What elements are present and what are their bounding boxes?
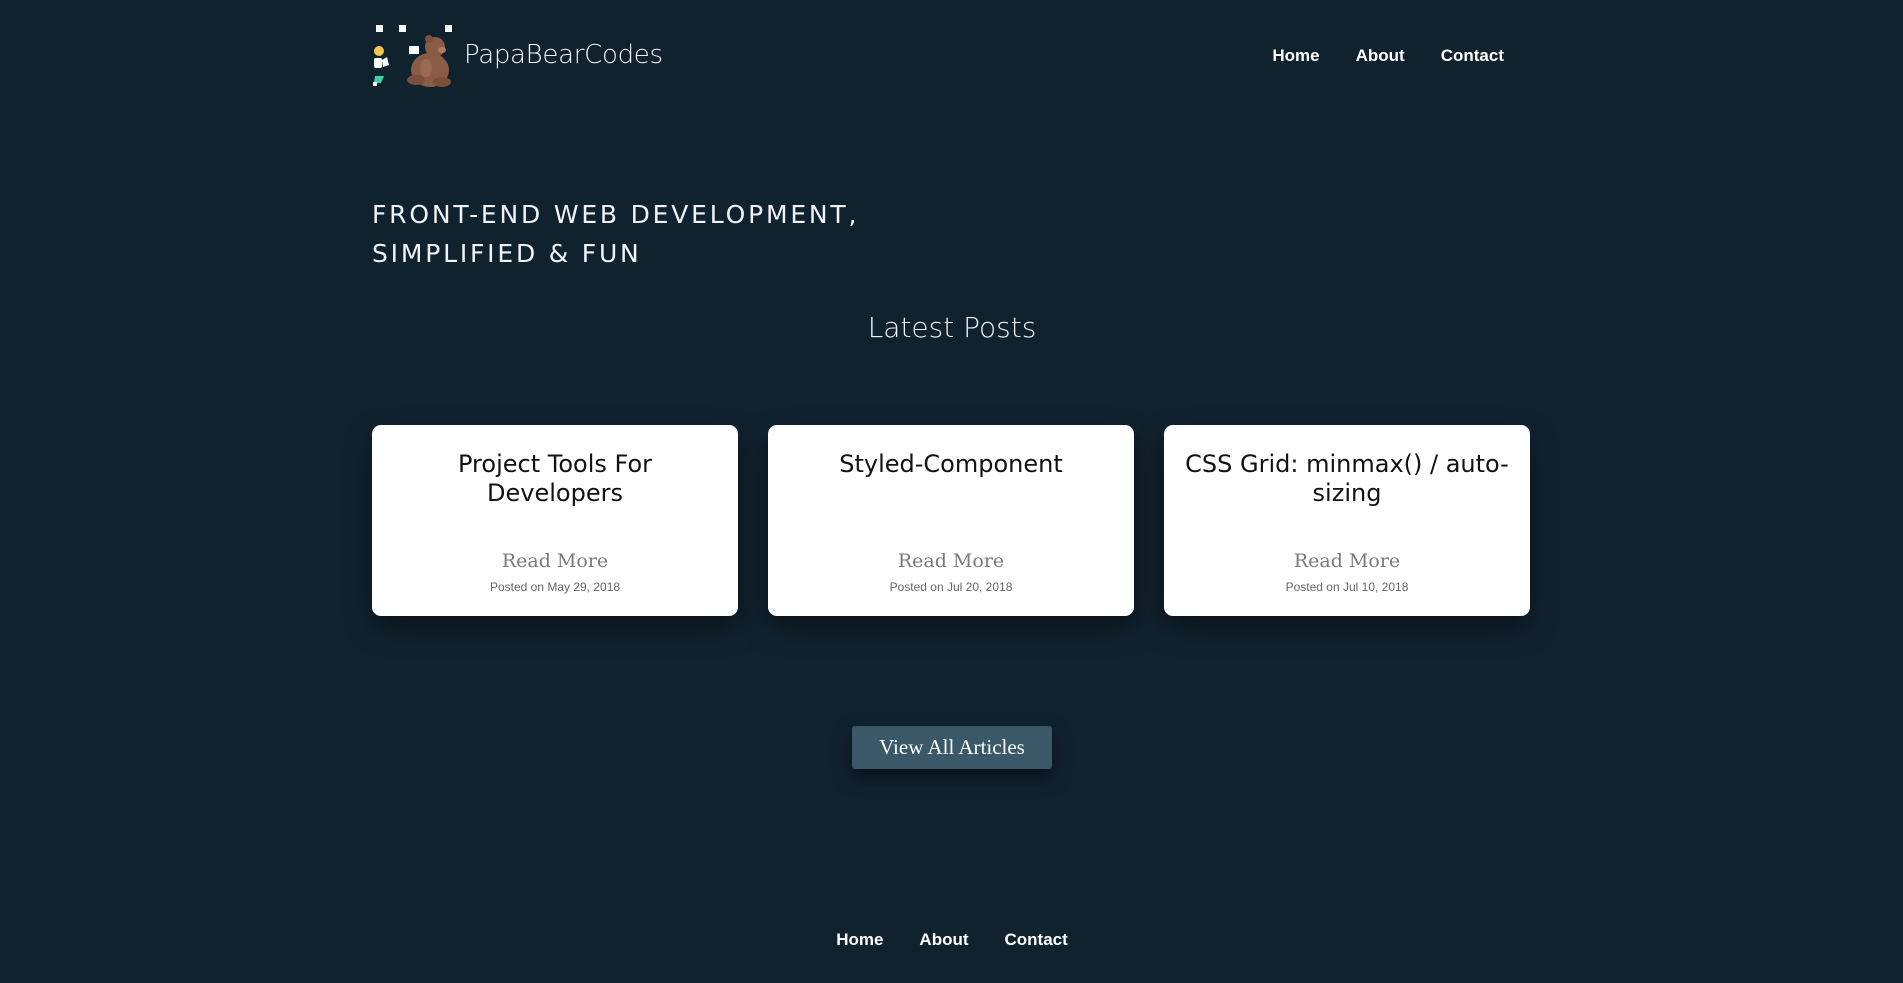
post-card: Project Tools For Developers Read More P… <box>372 425 738 616</box>
post-card: Styled-Component Read More Posted on Jul… <box>768 425 1134 616</box>
view-all-articles-button[interactable]: View All Articles <box>852 726 1052 769</box>
read-more-link[interactable]: Read More <box>372 550 738 572</box>
footer-contact-link[interactable]: Contact <box>1005 930 1068 950</box>
read-more-link[interactable]: Read More <box>1164 550 1530 572</box>
post-date: Posted on Jul 10, 2018 <box>1285 580 1409 594</box>
post-card: CSS Grid: minmax() / auto-sizing Read Mo… <box>1164 425 1530 616</box>
footer-home-link[interactable]: Home <box>836 930 883 950</box>
home-logo-link[interactable]: PapaBearCodes <box>372 22 663 88</box>
footer-about-link[interactable]: About <box>919 930 968 950</box>
footer-nav: Home About Contact <box>372 930 1532 950</box>
post-date: Posted on May 29, 2018 <box>489 580 621 594</box>
hero-tagline: FRONT-END WEB DEVELOPMENT, SIMPLIFIED & … <box>372 195 859 273</box>
post-title[interactable]: CSS Grid: minmax() / auto-sizing <box>1180 450 1514 508</box>
nav-home-link[interactable]: Home <box>1272 46 1319 66</box>
nav-contact-link[interactable]: Contact <box>1441 46 1504 66</box>
site-header: PapaBearCodes Home About Contact <box>372 0 1532 115</box>
read-more-link[interactable]: Read More <box>768 550 1134 572</box>
brand-name: PapaBearCodes <box>464 40 663 70</box>
main-nav: Home About Contact <box>1272 46 1504 66</box>
hero-tagline-line-2: SIMPLIFIED & FUN <box>372 239 642 268</box>
post-cards: Project Tools For Developers Read More P… <box>372 425 1532 616</box>
post-title[interactable]: Styled-Component <box>784 450 1118 479</box>
bear-coder-logo-icon <box>372 22 454 88</box>
hero-tagline-line-1: FRONT-END WEB DEVELOPMENT, <box>372 200 860 229</box>
post-title[interactable]: Project Tools For Developers <box>388 450 722 508</box>
latest-posts-heading: Latest Posts <box>867 311 1037 344</box>
post-date: Posted on Jul 20, 2018 <box>889 580 1013 594</box>
nav-about-link[interactable]: About <box>1356 46 1405 66</box>
